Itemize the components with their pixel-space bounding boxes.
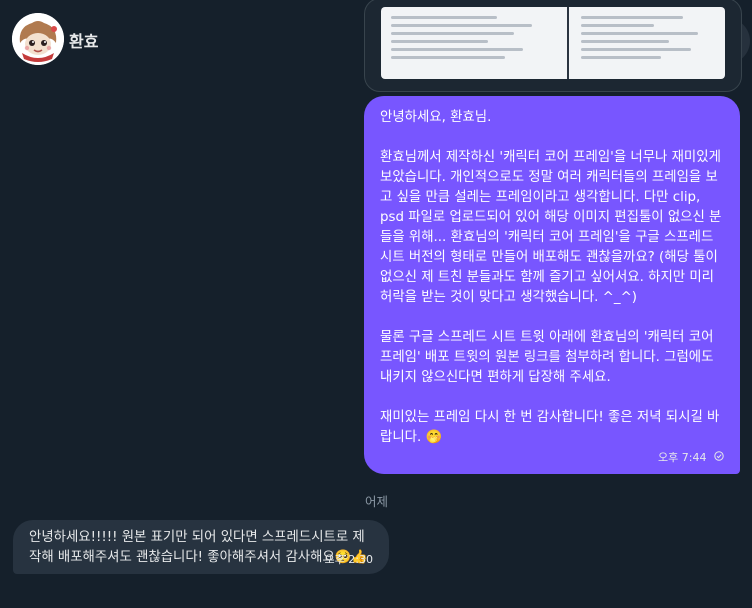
message-paragraph: 안녕하세요, 환효님.	[380, 110, 492, 125]
outgoing-message-bubble[interactable]: 안녕하세요, 환효님. 환효님께서 제작하신 '캐릭터 코어 프레임'을 너무나…	[364, 96, 740, 474]
message-text: 안녕하세요!!!!! 원본 표기만 되어 있다면 스프레드시트로 제작해 배포해…	[29, 530, 369, 565]
read-check-icon	[714, 451, 724, 466]
incoming-message-bubble[interactable]: 안녕하세요!!!!! 원본 표기만 되어 있다면 스프레드시트로 제작해 배포해…	[13, 520, 389, 574]
contact-avatar[interactable]	[12, 13, 64, 65]
message-paragraph: 재미있는 프레임 다시 한 번 감사합니다! 좋은 저녁 되시길 바랍니다. 🤭	[380, 410, 720, 445]
character-avatar-icon	[12, 13, 64, 65]
message-paragraph: 물론 구글 스프레드 시트 트윗 아래에 환효님의 '캐릭터 코어 프레임' 배…	[380, 330, 714, 385]
blurred-image-preview	[381, 7, 725, 79]
message-meta: 오후 7:44	[380, 451, 724, 466]
message-paragraph: 환효님께서 제작하신 '캐릭터 코어 프레임'을 너무나 재미있게 보았습니다.…	[380, 150, 722, 305]
shared-image-card[interactable]	[364, 0, 742, 92]
message-time: 오후 7:44	[658, 451, 707, 464]
message-time: 오후 2:30	[324, 553, 373, 566]
date-divider: 어제	[365, 494, 389, 509]
contact-name[interactable]: 환효	[69, 28, 98, 52]
